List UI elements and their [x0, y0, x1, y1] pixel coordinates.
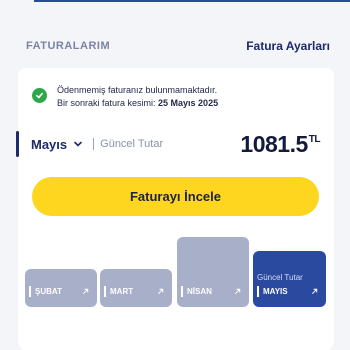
current-amount-label: Güncel Tutar [100, 138, 164, 150]
arrow-up-right-icon [234, 288, 241, 295]
current-amount: 1081.5 TL [240, 131, 320, 158]
month-summary-row: Mayıs Güncel Tutar 1081.5 TL [16, 128, 321, 160]
notice-text: Ödenmemiş faturanız bulunmamaktadır. Bir… [57, 84, 218, 110]
payment-notice: Ödenmemiş faturanız bulunmamaktadır. Bir… [32, 84, 218, 110]
bar-month-label: NİSAN [187, 287, 212, 296]
bar-divider [257, 286, 259, 297]
page-header: FATURALARIM Fatura Ayarları [26, 36, 330, 56]
check-circle-icon [32, 88, 47, 103]
month-selector-label: Mayıs [31, 136, 68, 152]
month-bar-mayis[interactable]: Güncel Tutar MAYIS [253, 251, 326, 307]
chevron-down-icon [74, 141, 82, 147]
notice-line-1: Ödenmemiş faturanız bulunmamaktadır. [57, 85, 218, 95]
invoice-settings-link[interactable]: Fatura Ayarları [246, 39, 330, 53]
month-bar-nisan[interactable]: NİSAN [177, 237, 249, 307]
month-bar-subat[interactable]: ŞUBAT [25, 269, 97, 307]
next-invoice-date: 25 Mayıs 2025 [158, 98, 219, 108]
bar-month-label: ŞUBAT [35, 287, 62, 296]
view-invoice-button[interactable]: Faturayı İncele [32, 177, 319, 216]
bar-month-label: MART [110, 287, 134, 296]
month-selector[interactable]: Mayıs [31, 137, 83, 152]
arrow-up-right-icon [82, 288, 89, 295]
month-accent-bar [16, 131, 19, 157]
bar-month-label: MAYIS [263, 287, 288, 296]
bar-divider [181, 286, 183, 297]
bar-divider [29, 286, 31, 297]
page-title: FATURALARIM [26, 40, 111, 52]
bar-current-label: Güncel Tutar [257, 273, 303, 282]
top-divider [34, 0, 350, 2]
bar-divider [104, 286, 106, 297]
amount-value: 1081.5 [240, 130, 308, 157]
arrow-up-right-icon [311, 288, 318, 295]
month-bar-mart[interactable]: MART [100, 269, 172, 307]
next-invoice-label: Bir sonraki fatura kesimi: [57, 98, 159, 108]
arrow-up-right-icon [157, 288, 164, 295]
amount-currency: TL [308, 133, 321, 145]
notice-line-2: Bir sonraki fatura kesimi: 25 Mayıs 2025 [57, 97, 218, 110]
separator [93, 138, 95, 150]
